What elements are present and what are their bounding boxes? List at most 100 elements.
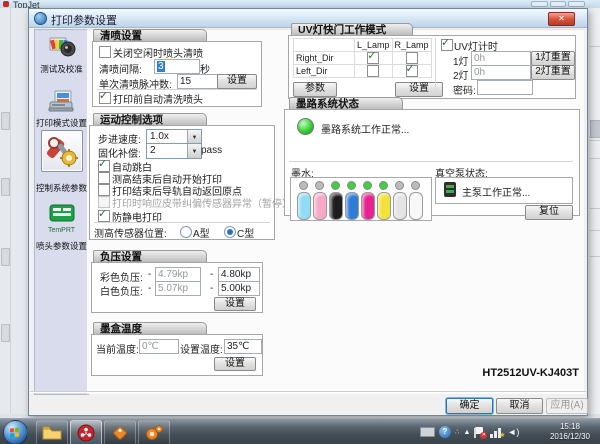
step-speed-label: 步进速度: bbox=[98, 131, 141, 146]
pulse-input[interactable]: 15 bbox=[177, 74, 219, 89]
pressure-group-box: 彩色负压: - 4.79kp - 4.80kp 白色负压: - 5.07kp -… bbox=[91, 262, 263, 313]
clean-set-button[interactable]: 设置 bbox=[217, 74, 257, 89]
current-temp-label: 当前温度: bbox=[96, 341, 139, 356]
auto-clean-checkbox[interactable]: ✓ bbox=[99, 92, 111, 104]
minus-sign: - bbox=[210, 283, 213, 294]
sidebar-item-test-calibration[interactable]: 测试及校准 bbox=[35, 63, 88, 75]
taskbar-topjet-button[interactable] bbox=[70, 420, 102, 444]
pressure-set-button[interactable]: 设置 bbox=[214, 297, 256, 311]
uv-left-l-checkbox[interactable]: ✓ bbox=[367, 65, 379, 77]
ink-cartridge-light-magenta bbox=[313, 181, 326, 220]
ink-cartridge-white bbox=[409, 181, 422, 220]
chevron-down-icon[interactable]: ▼ bbox=[187, 144, 201, 158]
interval-value: 3 bbox=[157, 61, 165, 72]
auto-skip-white-checkbox[interactable]: ✓ bbox=[98, 160, 110, 172]
keyboard-tray-icon[interactable] bbox=[420, 427, 435, 437]
sensor-c-radio[interactable] bbox=[224, 226, 236, 238]
set-temp-value[interactable]: 35℃ bbox=[224, 339, 262, 354]
sidebar-item-control-system[interactable]: 控制系统参数 bbox=[35, 182, 88, 194]
taskbar-label-app-button[interactable] bbox=[104, 420, 136, 444]
control-system-selected-box[interactable] bbox=[41, 130, 83, 172]
uv-right-l-checkbox[interactable]: ✓ bbox=[367, 52, 379, 64]
background-toolbar-button[interactable] bbox=[1, 324, 10, 342]
clock-time: 15:18 bbox=[545, 422, 595, 432]
taskbar-settings-app-button[interactable] bbox=[138, 420, 170, 444]
background-window-titlebar: TopJet bbox=[0, 0, 600, 8]
clock-date: 2016/12/30 bbox=[545, 432, 595, 442]
current-temp-value: 0℃ bbox=[139, 339, 179, 354]
white-pressure-set[interactable]: 5.00kp bbox=[218, 281, 260, 296]
ok-button[interactable]: 确定 bbox=[446, 398, 493, 414]
uv-params-button[interactable]: 参数 bbox=[293, 82, 337, 97]
pump-icon bbox=[444, 182, 456, 197]
action-center-icon[interactable]: ✕ bbox=[474, 427, 486, 438]
lamp2-hours: 0h bbox=[471, 65, 531, 80]
taskbar-explorer-button[interactable] bbox=[36, 420, 68, 444]
dialog-icon bbox=[34, 12, 47, 25]
temperature-set-button[interactable]: 设置 bbox=[214, 357, 256, 371]
sensor-c-label: C型 bbox=[237, 225, 254, 240]
tag-icon bbox=[111, 424, 129, 442]
white-pressure-label: 白色负压: bbox=[100, 283, 143, 298]
print-mode-icon[interactable] bbox=[47, 88, 77, 115]
ink-cartridge-row bbox=[297, 181, 422, 220]
folder-icon bbox=[42, 425, 62, 441]
test-calibration-icon[interactable] bbox=[47, 32, 77, 60]
uv-lamp-table: L_Lamp R_Lamp Right_Dir ✓ ✓ Left_Dir ✓ ✓ bbox=[293, 38, 432, 78]
print-settings-dialog: 打印参数设置 ✕ 测试及校准 bbox=[28, 8, 588, 416]
sidebar-item-printhead-params[interactable]: 喷头参数设置 bbox=[35, 240, 88, 252]
cure-value: 2 bbox=[150, 145, 156, 156]
background-caption-buttons[interactable] bbox=[531, 1, 585, 7]
background-toolbar-button[interactable] bbox=[1, 112, 10, 130]
topjet-app-icon bbox=[77, 424, 95, 442]
temprt-icon[interactable] bbox=[48, 202, 76, 225]
system-tray: ? ∴ ▲ ✕ ★ ◄) bbox=[420, 419, 519, 444]
check-icon: ✓ bbox=[98, 157, 107, 170]
auto-print-after-measure-checkbox[interactable]: ✓ bbox=[98, 172, 110, 184]
network-tray-icon[interactable]: ★ bbox=[490, 427, 503, 438]
ink-cartridge-cyan bbox=[345, 181, 358, 220]
vacuum-pump-box: 主泵工作正常... bbox=[435, 177, 573, 204]
motion-group-box: 步进速度: 1.0x▼ 固化补偿: 2▼ pass ✓ 自动跳白 ✓ 测高结束后… bbox=[89, 125, 275, 240]
sensor-a-label: A型 bbox=[193, 225, 210, 240]
show-hidden-icons[interactable]: ▲ bbox=[463, 429, 470, 436]
minus-sign: - bbox=[148, 269, 151, 280]
uv-row-left-dir: Left_Dir bbox=[294, 65, 355, 78]
password-input[interactable] bbox=[477, 80, 533, 95]
language-tray-icon[interactable]: ∴ bbox=[455, 428, 459, 436]
cure-select[interactable]: 2▼ bbox=[146, 143, 202, 159]
color-pressure-label: 彩色负压: bbox=[100, 269, 143, 284]
uv-left-r-checkbox[interactable]: ✓ bbox=[406, 65, 418, 77]
password-label: 密码: bbox=[453, 82, 476, 97]
ink-system-status-led bbox=[297, 118, 314, 135]
taskbar-clock[interactable]: 15:18 2016/12/30 bbox=[545, 422, 595, 442]
bottom-divider bbox=[30, 391, 586, 393]
belt-sensor-abnormal-label: 打印时响应皮带纠偏传感器异常（暂停） bbox=[112, 195, 292, 210]
antistatic-checkbox[interactable]: ✓ bbox=[98, 210, 110, 222]
background-right-panel bbox=[586, 8, 600, 414]
speaker-tray-icon[interactable]: ◄) bbox=[507, 427, 519, 437]
topjet-logo-icon bbox=[3, 1, 9, 7]
sidebar-item-print-mode[interactable]: 打印模式设置 bbox=[35, 117, 88, 129]
chevron-down-icon[interactable]: ▼ bbox=[187, 130, 201, 144]
reset-button[interactable]: 复位 bbox=[525, 205, 573, 220]
color-pressure-set[interactable]: 4.80kp bbox=[218, 267, 260, 282]
background-toolbar-button[interactable] bbox=[1, 248, 10, 266]
interval-input[interactable]: 3 bbox=[154, 59, 200, 74]
background-toolbar-button[interactable] bbox=[1, 178, 10, 196]
start-button[interactable] bbox=[3, 420, 28, 444]
desktop: TopJet 打印参数设置 ✕ bbox=[0, 0, 600, 444]
cancel-button[interactable]: 取消 bbox=[496, 398, 543, 414]
rail-return-origin-checkbox[interactable]: ✓ bbox=[98, 184, 110, 196]
close-icon[interactable]: ✕ bbox=[548, 12, 575, 26]
lamp1-reset-button[interactable]: 1灯重置 bbox=[531, 51, 575, 66]
check-icon: ✓ bbox=[367, 49, 376, 62]
uv-col-r-lamp: R_Lamp bbox=[392, 39, 431, 52]
ink-cartridge-black bbox=[329, 181, 342, 220]
lamp2-reset-button[interactable]: 2灯重置 bbox=[531, 65, 575, 80]
close-idle-checkbox[interactable]: ✓ bbox=[99, 46, 111, 58]
sensor-a-radio[interactable] bbox=[180, 226, 192, 238]
uv-timer-checkbox[interactable]: ✓ bbox=[441, 39, 453, 51]
sidebar: 测试及校准 打印模式设置 bbox=[34, 29, 89, 395]
help-tray-icon[interactable]: ? bbox=[439, 426, 451, 438]
